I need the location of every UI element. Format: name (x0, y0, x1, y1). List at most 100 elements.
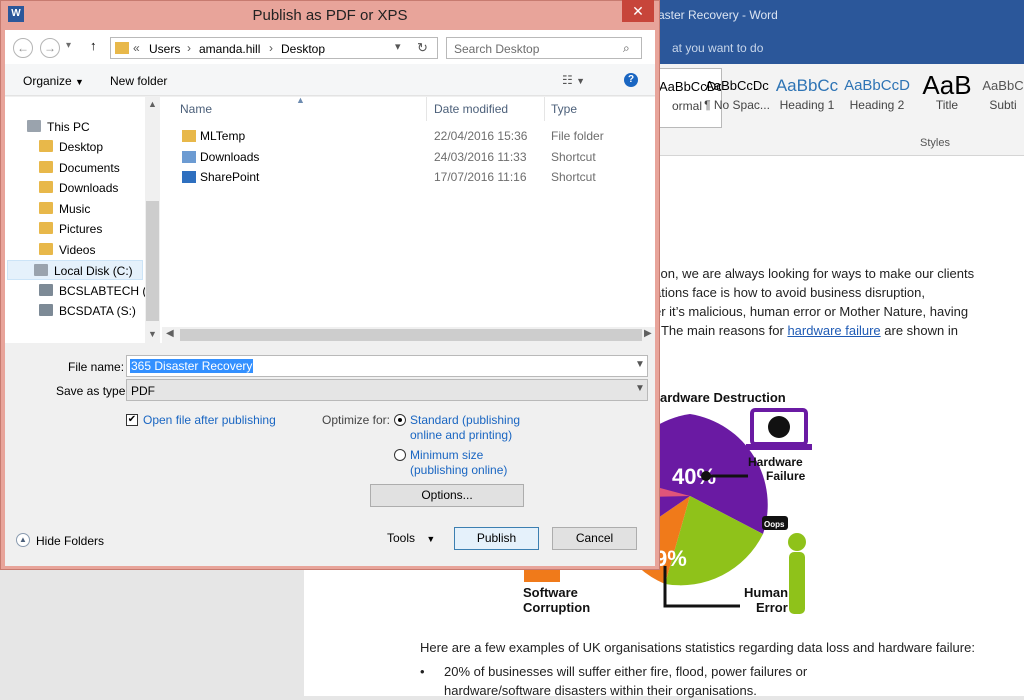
chevron-down-icon[interactable]: ▼ (635, 359, 645, 370)
hardware-pointer-dot (701, 471, 711, 481)
address-dropdown-icon[interactable]: ▾ (395, 40, 401, 53)
file-type: File folder (551, 129, 604, 143)
back-button[interactable]: ← (13, 38, 33, 58)
document-paragraph: tion, we are always looking for ways to … (654, 264, 994, 340)
radio-dot-icon (398, 418, 402, 422)
nav-item-downloads[interactable]: Downloads (39, 178, 118, 198)
minimum-size-radio[interactable] (394, 449, 406, 461)
doc-line: er it’s malicious, human error or Mother… (654, 304, 969, 319)
scroll-right-icon[interactable]: ▶ (644, 328, 652, 339)
oops-text: Oops (764, 520, 785, 529)
search-box[interactable]: Search Desktop ⌕ (446, 37, 642, 59)
toolbar (5, 64, 655, 96)
scroll-left-icon[interactable]: ◀ (166, 328, 174, 339)
breadcrumb-users[interactable]: Users (149, 42, 180, 56)
view-options-icon[interactable]: ☷ ▼ (562, 73, 585, 87)
refresh-icon[interactable]: ↻ (417, 40, 428, 56)
cancel-button[interactable]: Cancel (552, 527, 637, 550)
label-hardware: Hardware (748, 455, 803, 469)
column-name[interactable]: Name (180, 102, 212, 116)
nav-item-videos[interactable]: Videos (39, 240, 95, 260)
hardware-failure-link[interactable]: hardware failure (787, 323, 880, 338)
save-as-type-value: PDF (131, 384, 155, 398)
nav-label: Downloads (59, 181, 119, 195)
laptop-base (746, 444, 812, 450)
scroll-up-icon[interactable]: ▲ (148, 99, 157, 109)
file-hscrollbar[interactable]: ◀ ▶ (162, 327, 655, 343)
nav-item-bcslabtech[interactable]: BCSLABTECH (L:) (39, 281, 160, 301)
file-name-value: 365 Disaster Recovery (130, 359, 254, 373)
style-title[interactable]: AaB Title (912, 68, 982, 128)
file-scroll-thumb[interactable] (180, 329, 642, 341)
new-folder-button[interactable]: New folder (110, 74, 167, 88)
open-after-label[interactable]: Open file after publishing (143, 413, 276, 427)
up-button[interactable]: ↑ (90, 38, 97, 53)
nav-scroll-thumb[interactable] (146, 201, 159, 321)
nav-item-local-disk[interactable]: Local Disk (C:) (7, 260, 143, 280)
publish-button[interactable]: Publish (454, 527, 539, 550)
style-no-spacing[interactable]: AaBbCcDc ¶ No Spac... (702, 68, 772, 128)
doc-line: ations face is how to avoid business dis… (654, 285, 925, 300)
forward-button[interactable]: → (40, 38, 60, 58)
column-divider[interactable] (544, 97, 545, 121)
bullet-text: 20% of businesses will suffer either fir… (444, 664, 808, 679)
style-preview: AaBbCcD (844, 77, 910, 94)
file-list: Name ▲ Date modified Type MLTemp 22/04/2… (162, 95, 655, 343)
column-type[interactable]: Type (551, 102, 577, 116)
nav-label: Videos (59, 243, 96, 257)
chevron-down-icon[interactable]: ▼ (635, 383, 645, 394)
tools-button[interactable]: Tools ▼ (387, 531, 435, 545)
file-row-downloads[interactable]: Downloads 24/03/2016 11:33 Shortcut (182, 147, 652, 167)
hide-folders-icon[interactable]: ▲ (16, 533, 30, 547)
tell-me-box[interactable]: at you want to do (672, 41, 763, 55)
save-as-type-select[interactable]: PDF ▼ (126, 379, 648, 401)
nav-item-desktop[interactable]: Desktop (39, 137, 103, 157)
standard-radio[interactable] (394, 414, 406, 426)
recent-dropdown-icon[interactable]: ▾ (66, 40, 71, 51)
address-bar[interactable]: « Users › amanda.hill › Desktop ▾ ↻ (110, 37, 438, 59)
person-head-icon (788, 533, 806, 551)
chevron-down-icon: ▼ (426, 534, 436, 544)
column-date-modified[interactable]: Date modified (434, 102, 508, 116)
style-preview: AaBbCc (775, 76, 839, 95)
nav-item-documents[interactable]: Documents (39, 158, 120, 178)
help-icon[interactable]: ? (624, 73, 638, 87)
drive-icon (34, 264, 48, 276)
close-button[interactable]: ✕ (622, 0, 654, 22)
network-drive-icon (39, 304, 53, 316)
breadcrumb-separator-icon: › (187, 41, 191, 55)
style-heading-1[interactable]: AaBbCc Heading 1 (772, 68, 842, 128)
open-after-checkbox[interactable]: ✔ (126, 414, 138, 426)
breadcrumb-user[interactable]: amanda.hill (199, 42, 260, 56)
nav-item-this-pc[interactable]: This PC (27, 117, 90, 137)
file-date: 22/04/2016 15:36 (434, 129, 528, 143)
search-icon[interactable]: ⌕ (623, 41, 630, 56)
search-placeholder: Search Desktop (454, 42, 540, 56)
scroll-down-icon[interactable]: ▼ (148, 329, 157, 339)
nav-item-music[interactable]: Music (39, 199, 90, 219)
breadcrumb-separator-icon: › (269, 41, 273, 55)
breadcrumb-desktop[interactable]: Desktop (281, 42, 325, 56)
nav-scrollbar[interactable]: ▲ ▼ (145, 97, 160, 343)
file-name: SharePoint (200, 170, 260, 184)
column-divider[interactable] (426, 97, 427, 121)
minimum-size-label[interactable]: Minimum size (410, 448, 483, 462)
options-button[interactable]: Options... (370, 484, 524, 507)
file-row-sharepoint[interactable]: SharePoint 17/07/2016 11:16 Shortcut (182, 167, 652, 187)
overflow-chevron-icon[interactable]: « (133, 41, 140, 55)
standard-label-2[interactable]: online and printing) (410, 428, 512, 442)
nav-item-bcsdata[interactable]: BCSDATA (S:) (39, 301, 136, 321)
nav-item-pictures[interactable]: Pictures (39, 219, 102, 239)
minimum-size-label-2[interactable]: (publishing online) (410, 463, 507, 477)
hide-folders-button[interactable]: Hide Folders (36, 534, 104, 548)
doc-line: . The main reasons for hardware failure … (654, 321, 994, 340)
file-name-field[interactable]: 365 Disaster Recovery ▼ (126, 355, 648, 377)
file-type: Shortcut (551, 150, 596, 164)
file-row-mltemp[interactable]: MLTemp 22/04/2016 15:36 File folder (182, 126, 652, 146)
doc-line-tail: are shown in (880, 323, 958, 338)
style-heading-2[interactable]: AaBbCcD Heading 2 (842, 68, 912, 128)
style-subtitle[interactable]: AaBbC Subti (982, 68, 1024, 128)
standard-label[interactable]: Standard (publishing (410, 413, 520, 427)
organize-button[interactable]: Organize ▼ (23, 74, 84, 88)
shortcut-icon (182, 151, 196, 163)
